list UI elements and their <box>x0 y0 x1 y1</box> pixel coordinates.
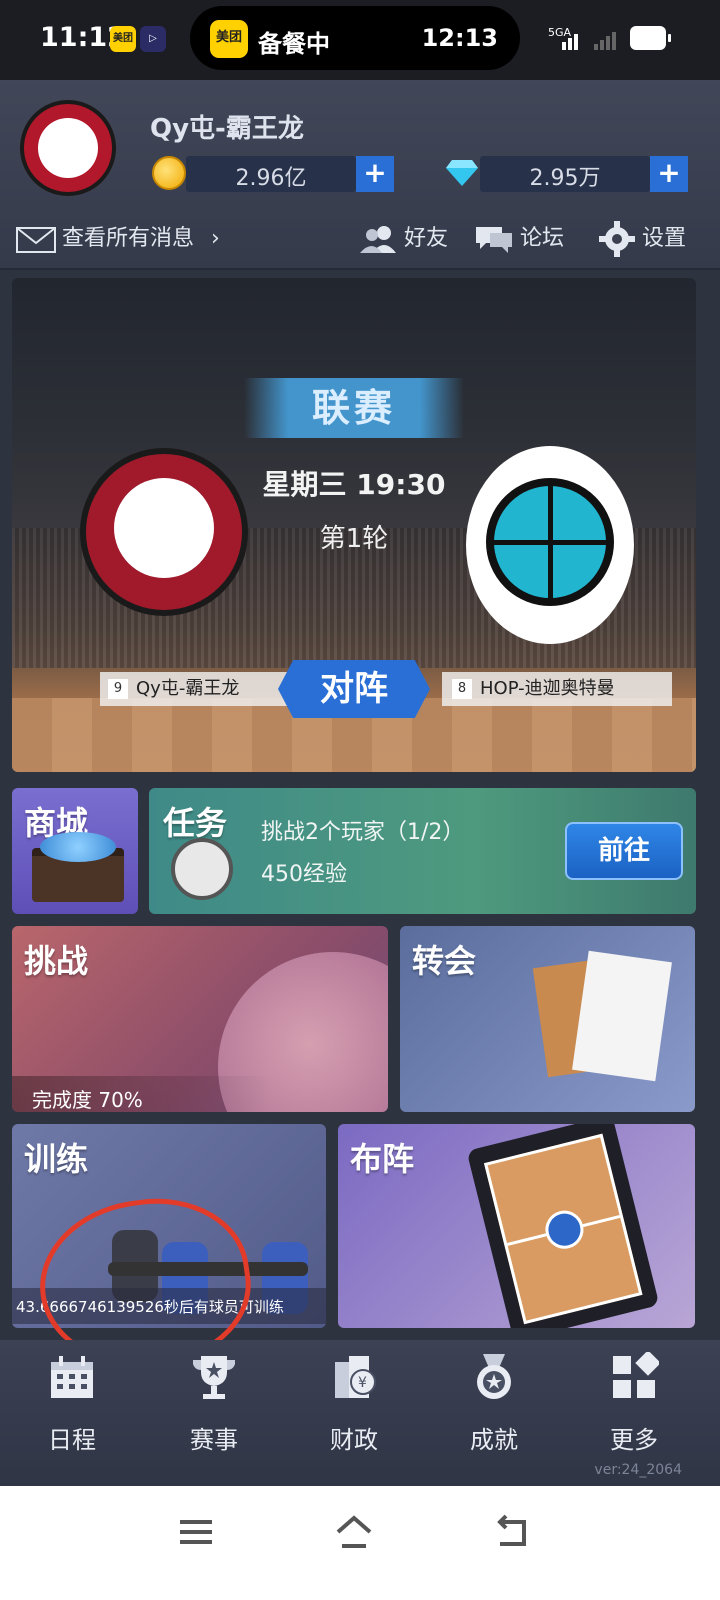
home-icon[interactable] <box>334 1512 374 1552</box>
version-label: ver:24_2064 <box>594 1462 682 1478</box>
task-description: 挑战2个玩家（1/2） <box>261 820 465 845</box>
gear-icon <box>599 221 635 257</box>
messages-label: 查看所有消息 <box>62 226 195 251</box>
finance-icon: ¥ <box>335 1356 376 1398</box>
friends-icon <box>360 226 396 253</box>
battery-icon <box>630 26 671 50</box>
tactics-board-icon <box>466 1124 660 1328</box>
live-activity-text: 备餐中 <box>258 30 330 58</box>
challenge-tile[interactable]: 挑战 完成度 70% <box>12 926 388 1112</box>
home-seed: 9 <box>108 679 128 699</box>
team-avatar[interactable] <box>20 100 116 196</box>
nav-achievements-label: 成就 <box>470 1426 518 1454</box>
nav-events[interactable]: 赛事 <box>164 1352 264 1455</box>
username: Qy屯-霸王龙 <box>150 114 304 144</box>
task-tile[interactable]: 任务 挑战2个玩家（1/2） 450经验 前往 <box>149 788 696 914</box>
forum-link[interactable]: 论坛 <box>474 220 564 255</box>
away-team-name: HOP-迪迦奥特曼 <box>480 678 615 699</box>
meituan-icon: 美团 <box>210 20 248 58</box>
gems-icon <box>40 832 116 862</box>
away-seed: 8 <box>452 679 472 699</box>
nav-finance-label: 财政 <box>330 1426 378 1454</box>
away-team-name-bar: 8 HOP-迪迦奥特曼 <box>442 672 672 706</box>
forum-label: 论坛 <box>520 226 565 251</box>
formation-tile[interactable]: 布阵 <box>338 1124 695 1328</box>
diamond-icon <box>446 160 478 186</box>
meituan-mini-icon: 美团 <box>110 26 136 52</box>
versus-badge: 对阵 <box>278 660 430 718</box>
back-icon[interactable] <box>492 1512 532 1552</box>
formation-title: 布阵 <box>350 1140 415 1178</box>
transfer-title: 转会 <box>412 942 477 980</box>
calendar-icon <box>51 1356 93 1398</box>
add-diamonds-button[interactable]: + <box>650 156 688 192</box>
more-icon <box>613 1352 659 1398</box>
league-tag: 联赛 <box>244 378 464 438</box>
play-mini-icon: ▷ <box>140 26 166 52</box>
nav-schedule[interactable]: 日程 <box>22 1352 122 1455</box>
nav-achievements[interactable]: 成就 <box>444 1352 544 1455</box>
settings-link[interactable]: 设置 <box>598 220 686 258</box>
dinosaur-icon <box>114 478 214 578</box>
task-title: 任务 <box>163 804 228 842</box>
nav-more-label: 更多 <box>610 1426 658 1454</box>
trophy-icon <box>193 1356 235 1399</box>
shop-tile[interactable]: 商城 <box>12 788 138 914</box>
home-team-name: Qy屯-霸王龙 <box>136 678 240 699</box>
diamond-value: 2.95万 <box>529 166 601 191</box>
medal-icon <box>477 1354 511 1399</box>
nav-schedule-label: 日程 <box>48 1426 96 1454</box>
task-go-button[interactable]: 前往 <box>565 822 683 880</box>
basketball-icon <box>486 478 614 606</box>
messages-link[interactable]: 查看所有消息 › <box>16 220 220 253</box>
coin-value: 2.96亿 <box>235 166 307 191</box>
live-activity-time: 12:13 <box>421 24 498 52</box>
coin-balance: 2.96亿 <box>186 156 356 192</box>
profile-header: Qy屯-霸王龙 2.96亿 + 2.95万 + 查看所有消息 › 好友 论坛 设… <box>0 80 720 270</box>
home-team-name-bar: 9 Qy屯-霸王龙 <box>100 672 290 706</box>
friends-label: 好友 <box>404 226 449 251</box>
dinosaur-icon <box>38 118 98 178</box>
svg-text:¥: ¥ <box>358 1375 367 1391</box>
nav-finance[interactable]: ¥ 财政 <box>304 1352 404 1455</box>
chevron-right-icon: › <box>211 226 220 251</box>
status-bar: 11:12 美团 ▷ 美团 备餐中 12:13 5GA <box>0 0 720 80</box>
system-nav-bar <box>0 1486 720 1600</box>
nav-more[interactable]: 更多 <box>584 1352 684 1455</box>
mail-icon <box>16 227 56 253</box>
add-coins-button[interactable]: + <box>356 156 394 192</box>
court-center-circle <box>541 1206 588 1253</box>
task-reward: 450经验 <box>261 862 347 887</box>
contract-icon <box>572 950 672 1082</box>
nav-events-label: 赛事 <box>190 1426 238 1454</box>
forum-icon <box>476 227 512 253</box>
settings-label: 设置 <box>642 226 687 251</box>
court-diagram <box>483 1133 643 1325</box>
stopwatch-icon <box>171 838 233 900</box>
menu-icon[interactable] <box>176 1512 216 1552</box>
challenge-title: 挑战 <box>24 942 89 980</box>
home-team-logo[interactable] <box>80 448 248 616</box>
coin-icon <box>152 156 186 190</box>
match-banner[interactable]: 联赛 星期三 19:30 第1轮 9 Qy屯-霸王龙 8 HOP-迪迦奥特曼 对阵 <box>12 278 696 772</box>
challenge-progress: 完成度 70% <box>32 1088 143 1112</box>
training-title: 训练 <box>24 1140 89 1178</box>
network-label: 5GA <box>548 26 572 39</box>
diamond-balance: 2.95万 <box>480 156 650 192</box>
live-activity-pill[interactable]: 美团 备餐中 12:13 <box>190 6 520 70</box>
friends-link[interactable]: 好友 <box>358 220 448 255</box>
away-team-logo[interactable] <box>466 446 634 644</box>
transfer-tile[interactable]: 转会 <box>400 926 695 1112</box>
signal-icon: 5GA <box>548 26 616 50</box>
